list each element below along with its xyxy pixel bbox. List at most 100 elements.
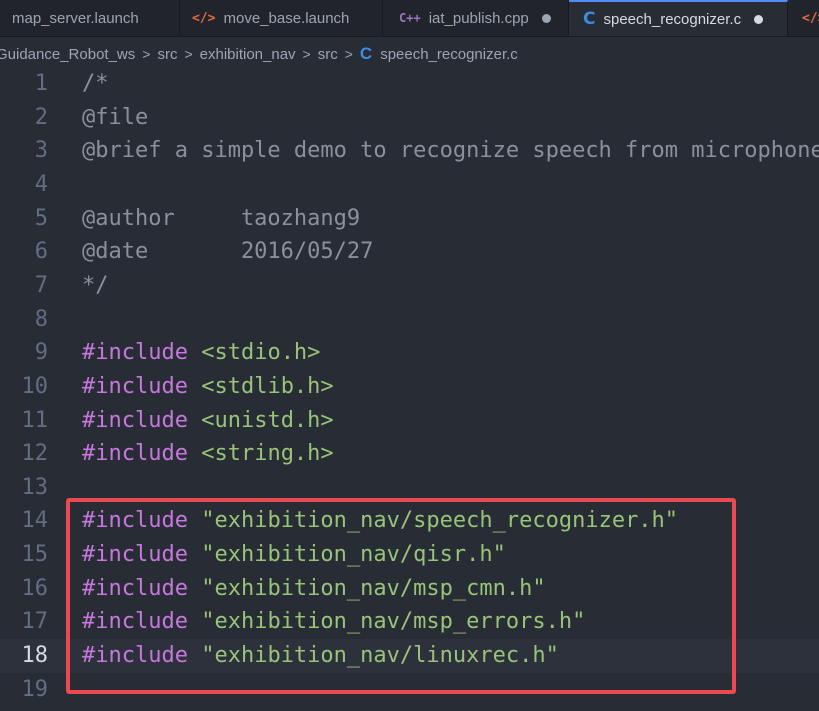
code-line[interactable]: 7 */ [0,269,819,303]
breadcrumb-item-src-inner[interactable]: src [318,46,338,63]
cpp-icon: C++ [399,11,421,25]
keyword-token: #include [82,643,188,669]
code-line[interactable]: 15 #include "exhibition_nav/qisr.h" [0,538,819,572]
string-token: "exhibition_nav/speech_recognizer.h" [201,508,679,534]
chevron-right-icon: > [344,46,353,62]
string-token: "exhibition_nav/linuxrec.h" [201,643,559,669]
breadcrumb-item-file[interactable]: speech_recognizer.c [380,46,518,63]
code-line[interactable]: 8 [0,303,819,337]
line-code[interactable]: #include "exhibition_nav/msp_cmn.h" [82,572,546,606]
line-code[interactable]: */ [82,269,109,303]
code-line[interactable]: 2 @file [0,101,819,135]
keyword-token: #include [82,542,188,568]
unsaved-changes-dot-icon[interactable] [541,13,551,23]
tab-label: move_base.launch [223,9,350,27]
line-number: 3 [34,138,48,164]
line-number: 7 [34,272,48,298]
string-token: "exhibition_nav/qisr.h" [201,542,506,568]
code-line[interactable]: 19 [0,673,819,707]
xml-icon: </> [192,10,216,26]
line-number: 6 [34,239,48,265]
string-token: "exhibition_nav/msp_errors.h" [201,609,586,635]
line-code[interactable]: /* [82,67,109,101]
line-number: 5 [34,205,48,231]
comment-token: /* [82,71,109,96]
comment-token: @author taozhang9 [82,205,361,231]
code-line[interactable]: 11 #include <unistd.h> [0,404,819,438]
unsaved-changes-dot-icon[interactable] [754,14,764,24]
line-code[interactable]: @author taozhang9 [82,202,360,236]
line-number: 4 [34,171,48,197]
keyword-token: #include [82,575,188,601]
code-line[interactable]: 17 #include "exhibition_nav/msp_errors.h" [0,605,819,639]
tab-overflow-xml[interactable]: </> [788,0,819,36]
breadcrumb-item-workspace[interactable]: Guidance_Robot_ws [0,46,135,63]
breadcrumb-item-exhibition-nav[interactable]: exhibition_nav [200,46,296,63]
code-line[interactable]: 13 [0,471,819,505]
code-line[interactable]: 12 #include <string.h> [0,437,819,471]
line-number: 2 [34,104,48,130]
code-line[interactable]: 1 /* [0,67,819,101]
tab-label: speech_recognizer.c [603,10,742,28]
line-code[interactable]: #include "exhibition_nav/speech_recogniz… [82,504,678,538]
line-number: 18 [21,643,49,669]
line-code[interactable]: #include <stdlib.h> [82,370,334,404]
c-file-icon: C [583,9,596,29]
line-number: 10 [21,373,49,399]
line-number: 9 [34,340,48,366]
line-code[interactable]: #include "exhibition_nav/msp_errors.h" [82,605,585,639]
string-token: <unistd.h> [201,407,334,433]
line-code[interactable]: #include <unistd.h> [82,404,334,438]
code-line[interactable]: 18 #include "exhibition_nav/linuxrec.h" [0,639,819,674]
line-code[interactable]: @date 2016/05/27 [82,235,373,269]
string-token: <stdio.h> [201,340,321,366]
tab-label: iat_publish.cpp [428,9,529,27]
code-line[interactable]: 14 #include "exhibition_nav/speech_recogn… [0,504,819,538]
keyword-token: #include [82,508,188,534]
line-number: 16 [21,575,49,601]
editor-tab-bar: </> map_server.launch </> move_base.laun… [0,0,819,37]
line-code[interactable]: @file [82,101,148,135]
line-number: 13 [21,474,49,500]
c-file-icon: C [359,44,373,63]
code-line[interactable]: 3 @brief a simple demo to recognize speec… [0,134,819,168]
breadcrumb-item-src[interactable]: src [157,46,177,63]
tab-move-base-launch[interactable]: </> move_base.launch [180,0,383,36]
chevron-right-icon: > [302,46,311,62]
xml-icon: </> [802,10,819,26]
keyword-token: #include [82,340,188,366]
line-code[interactable]: #include "exhibition_nav/qisr.h" [82,538,506,572]
comment-token: @brief a simple demo to recognize speech… [82,138,819,164]
line-number: 8 [34,306,48,332]
comment-token: */ [82,272,109,298]
line-number: 14 [21,508,49,534]
code-line[interactable]: 16 #include "exhibition_nav/msp_cmn.h" [0,572,819,606]
line-code[interactable]: #include <string.h> [82,437,334,471]
line-number: 19 [21,676,49,702]
tab-speech-recognizer-c[interactable]: C speech_recognizer.c [569,0,788,36]
tab-label: map_server.launch [12,9,139,27]
code-editor[interactable]: 1 /* 2 @file 3 @brief a simple demo to recogn… [0,67,819,711]
code-line[interactable]: 5 @author taozhang9 [0,202,819,236]
code-line[interactable]: 10 #include <stdlib.h> [0,370,819,404]
code-line[interactable]: 6 @date 2016/05/27 [0,235,819,269]
code-line[interactable]: 4 [0,168,819,202]
line-number: 11 [21,407,49,433]
line-code[interactable]: #include "exhibition_nav/linuxrec.h" [82,639,559,673]
code-line[interactable]: 9 #include <stdio.h> [0,336,819,370]
line-code[interactable]: @brief a simple demo to recognize speech… [82,134,819,168]
line-code[interactable]: #include <stdio.h> [82,336,320,370]
tab-map-server-launch[interactable]: </> map_server.launch [0,0,180,36]
chevron-right-icon: > [142,46,151,62]
line-number: 1 [34,71,48,96]
tab-iat-publish-cpp[interactable]: C++ iat_publish.cpp [383,0,569,36]
comment-token: @file [82,104,149,130]
chevron-right-icon: > [184,46,193,62]
keyword-token: #include [82,609,188,635]
